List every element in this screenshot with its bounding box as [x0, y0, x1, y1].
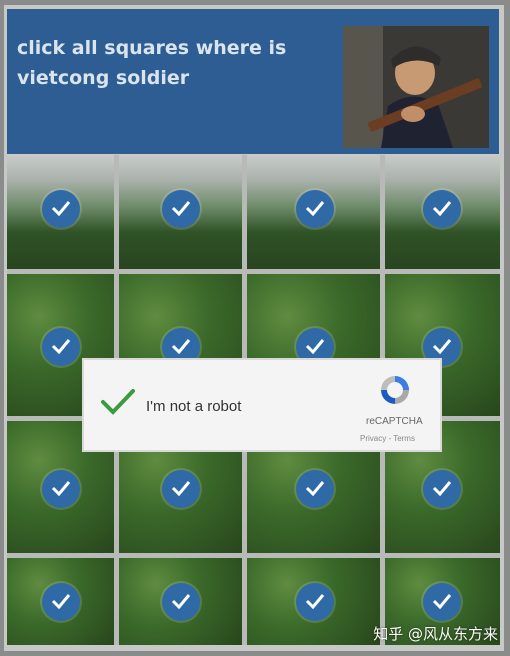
- selected-check-icon: [423, 470, 461, 508]
- selected-check-icon: [423, 190, 461, 228]
- captcha-checkbox[interactable]: [100, 388, 136, 420]
- watermark: 知乎 @风从东方来: [373, 625, 498, 643]
- selected-check-icon: [42, 470, 80, 508]
- selected-check-icon: [42, 328, 80, 366]
- captcha-label: I'm not a robot: [146, 398, 242, 415]
- captcha-links[interactable]: Privacy - Terms: [360, 434, 415, 443]
- selected-check-icon: [42, 190, 80, 228]
- selected-check-icon: [296, 190, 334, 228]
- selected-check-icon: [162, 470, 200, 508]
- selected-check-icon: [162, 190, 200, 228]
- example-photo: [343, 26, 489, 148]
- captcha-brand: reCAPTCHA: [366, 416, 423, 427]
- recaptcha-logo-icon: [377, 372, 413, 412]
- checkmark-icon: [101, 389, 135, 415]
- selected-check-icon: [296, 470, 334, 508]
- challenge-instruction: click all squares where is vietcong sold…: [17, 37, 287, 89]
- challenge-header: click all squares where is vietcong sold…: [7, 9, 499, 154]
- selected-check-icon: [42, 583, 80, 621]
- selected-check-icon: [296, 583, 334, 621]
- selected-check-icon: [423, 583, 461, 621]
- selected-check-icon: [162, 583, 200, 621]
- recaptcha-widget: I'm not a robot reCAPTCHA Privacy - Term…: [82, 358, 442, 452]
